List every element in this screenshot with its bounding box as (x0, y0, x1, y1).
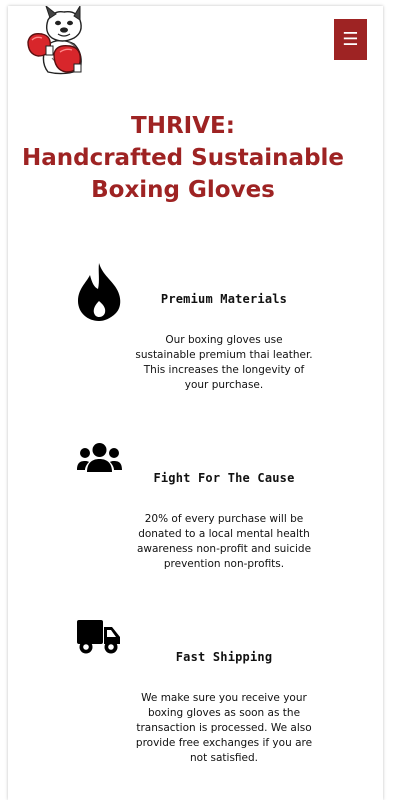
hamburger-menu-icon: ☰ (342, 29, 359, 50)
page-container: ☰ THRIVE: Handcrafted Sustainable Boxing… (8, 6, 383, 800)
fire-icon (78, 263, 121, 321)
truck-icon (77, 620, 120, 654)
feature-description-fight-for-the-cause: 20% of every purchase will be donated to… (136, 513, 312, 570)
title-line-1: THRIVE: (131, 113, 235, 139)
feature-title-fight-for-the-cause: Fight For The Cause (153, 471, 295, 485)
feature-description-premium-materials: Our boxing gloves use sustainable premiu… (135, 334, 313, 391)
title-line-3: Boxing Gloves (91, 177, 275, 203)
logo[interactable] (24, 6, 92, 76)
page-title: THRIVE: Handcrafted Sustainable Boxing G… (8, 110, 358, 206)
feature-title-fast-shipping: Fast Shipping (175, 650, 273, 664)
users-icon (77, 443, 122, 472)
menu-button[interactable]: ☰ (334, 19, 367, 60)
feature-description-fast-shipping: We make sure you receive your boxing glo… (135, 692, 313, 764)
title-line-2: Handcrafted Sustainable (21, 145, 345, 171)
feature-title-premium-materials: Premium Materials (160, 292, 288, 306)
